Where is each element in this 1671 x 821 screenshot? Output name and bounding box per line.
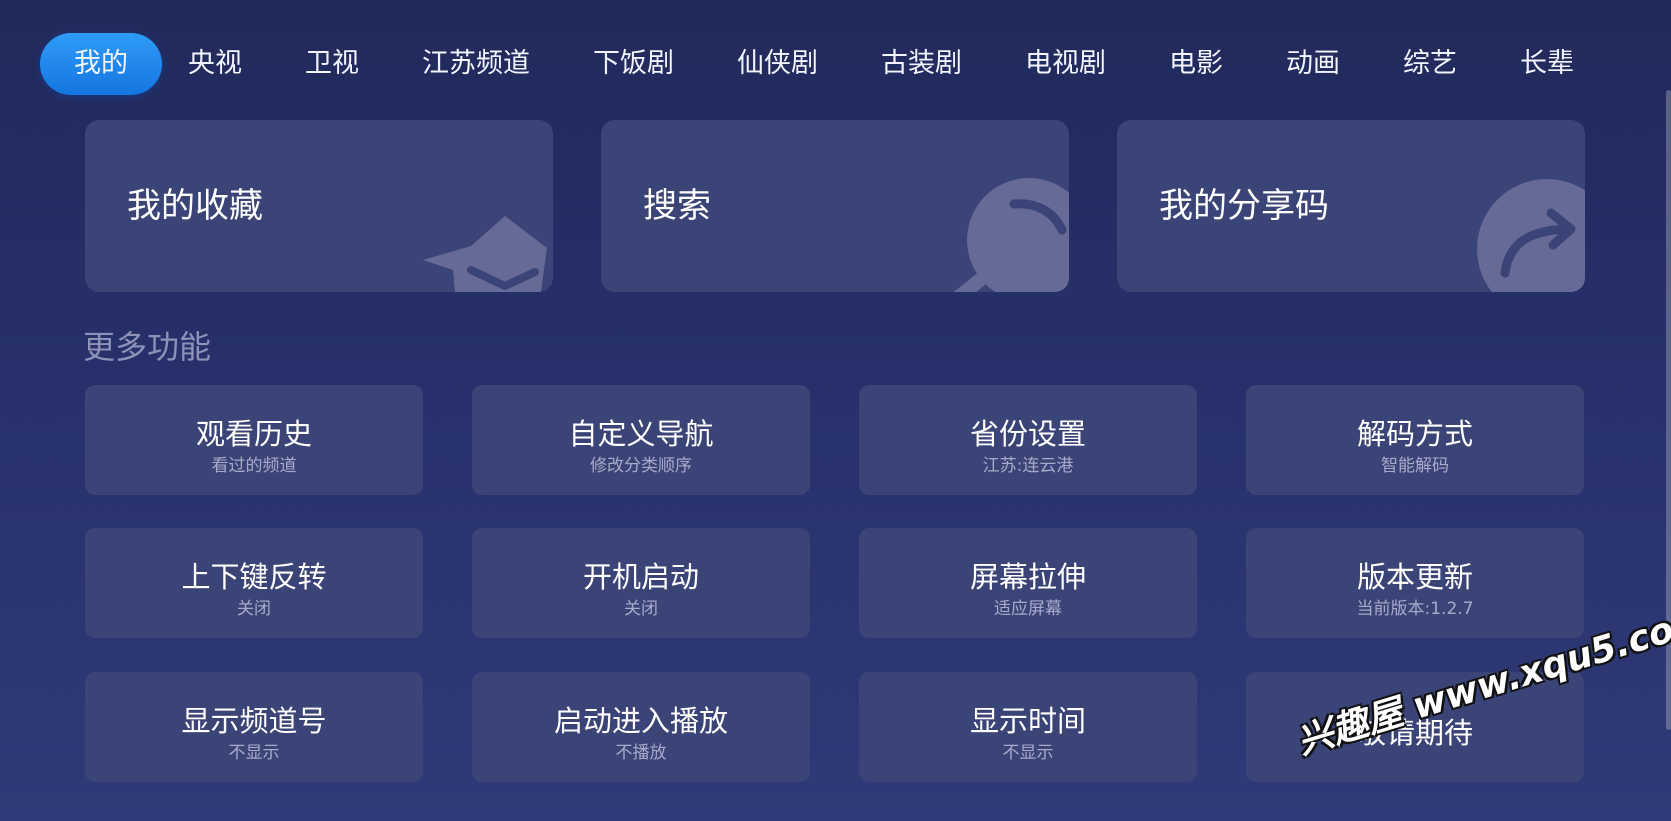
feature-title: 启动进入播放 — [553, 704, 728, 738]
tab-elders[interactable]: 长辈 — [1520, 33, 1574, 95]
updown-reverse-card[interactable]: 上下键反转 关闭 — [85, 528, 423, 638]
star-icon — [423, 216, 547, 292]
feature-subtitle: 看过的频道 — [211, 456, 297, 476]
custom-nav-card[interactable]: 自定义导航 修改分类顺序 — [472, 385, 810, 495]
feature-title: 显示频道号 — [181, 704, 327, 738]
boot-start-card[interactable]: 开机启动 关闭 — [472, 528, 810, 638]
search-icon — [954, 178, 1069, 292]
tab-mine[interactable]: 我的 — [40, 33, 162, 95]
feature-subtitle: 智能解码 — [1381, 456, 1449, 476]
search-card[interactable]: 搜索 — [601, 120, 1069, 292]
feature-title: 自定义导航 — [568, 417, 714, 451]
feature-subtitle: 不显示 — [1002, 743, 1054, 763]
favorites-card[interactable]: 我的收藏 — [85, 120, 553, 292]
feature-title: 观看历史 — [195, 417, 312, 451]
tab-animation[interactable]: 动画 — [1286, 33, 1340, 95]
tab-movies[interactable]: 电影 — [1169, 33, 1223, 95]
tab-tv-series[interactable]: 电视剧 — [1025, 33, 1106, 95]
feature-title: 开机启动 — [582, 560, 699, 594]
screen-stretch-card[interactable]: 屏幕拉伸 适应屏幕 — [859, 528, 1197, 638]
show-time-card[interactable]: 显示时间 不显示 — [859, 672, 1197, 782]
feature-title: 版本更新 — [1356, 560, 1473, 594]
feature-title: 上下键反转 — [181, 560, 327, 594]
tab-xiafan-drama[interactable]: 下饭剧 — [593, 33, 674, 95]
decode-mode-card[interactable]: 解码方式 智能解码 — [1246, 385, 1584, 495]
tab-jiangsu[interactable]: 江苏频道 — [422, 33, 530, 95]
feature-subtitle: 江苏:连云港 — [982, 456, 1074, 476]
feature-title: 省份设置 — [969, 417, 1086, 451]
autoplay-on-start-card[interactable]: 启动进入播放 不播放 — [472, 672, 810, 782]
tab-variety[interactable]: 综艺 — [1403, 33, 1457, 95]
feature-title: 屏幕拉伸 — [969, 560, 1086, 594]
feature-subtitle: 关闭 — [237, 599, 271, 619]
category-nav: 我的 央视 卫视 江苏频道 下饭剧 仙侠剧 古装剧 电视剧 电影 动画 综艺 长… — [40, 33, 1640, 95]
share-code-label: 我的分享码 — [1159, 186, 1329, 226]
feature-subtitle: 不播放 — [615, 743, 667, 763]
more-features-title: 更多功能 — [83, 328, 212, 366]
feature-subtitle: 修改分类顺序 — [590, 456, 692, 476]
version-update-card[interactable]: 版本更新 当前版本:1.2.7 — [1246, 528, 1584, 638]
province-settings-card[interactable]: 省份设置 江苏:连云港 — [859, 385, 1197, 495]
tab-xianxia-drama[interactable]: 仙侠剧 — [737, 33, 818, 95]
search-label: 搜索 — [643, 186, 711, 226]
feature-subtitle: 适应屏幕 — [994, 599, 1062, 619]
tab-costume-drama[interactable]: 古装剧 — [881, 33, 962, 95]
tab-cctv[interactable]: 央视 — [188, 33, 242, 95]
feature-subtitle: 关闭 — [624, 599, 658, 619]
tab-satellite[interactable]: 卫视 — [305, 33, 359, 95]
feature-subtitle: 不显示 — [228, 743, 280, 763]
feature-title: 解码方式 — [1356, 417, 1473, 451]
favorites-label: 我的收藏 — [127, 186, 263, 226]
feature-title: 显示时间 — [969, 704, 1086, 738]
watch-history-card[interactable]: 观看历史 看过的频道 — [85, 385, 423, 495]
share-code-card[interactable]: 我的分享码 — [1117, 120, 1585, 292]
channel-number-card[interactable]: 显示频道号 不显示 — [85, 672, 423, 782]
feature-subtitle: 当前版本:1.2.7 — [1356, 599, 1474, 619]
share-icon — [1477, 179, 1585, 292]
